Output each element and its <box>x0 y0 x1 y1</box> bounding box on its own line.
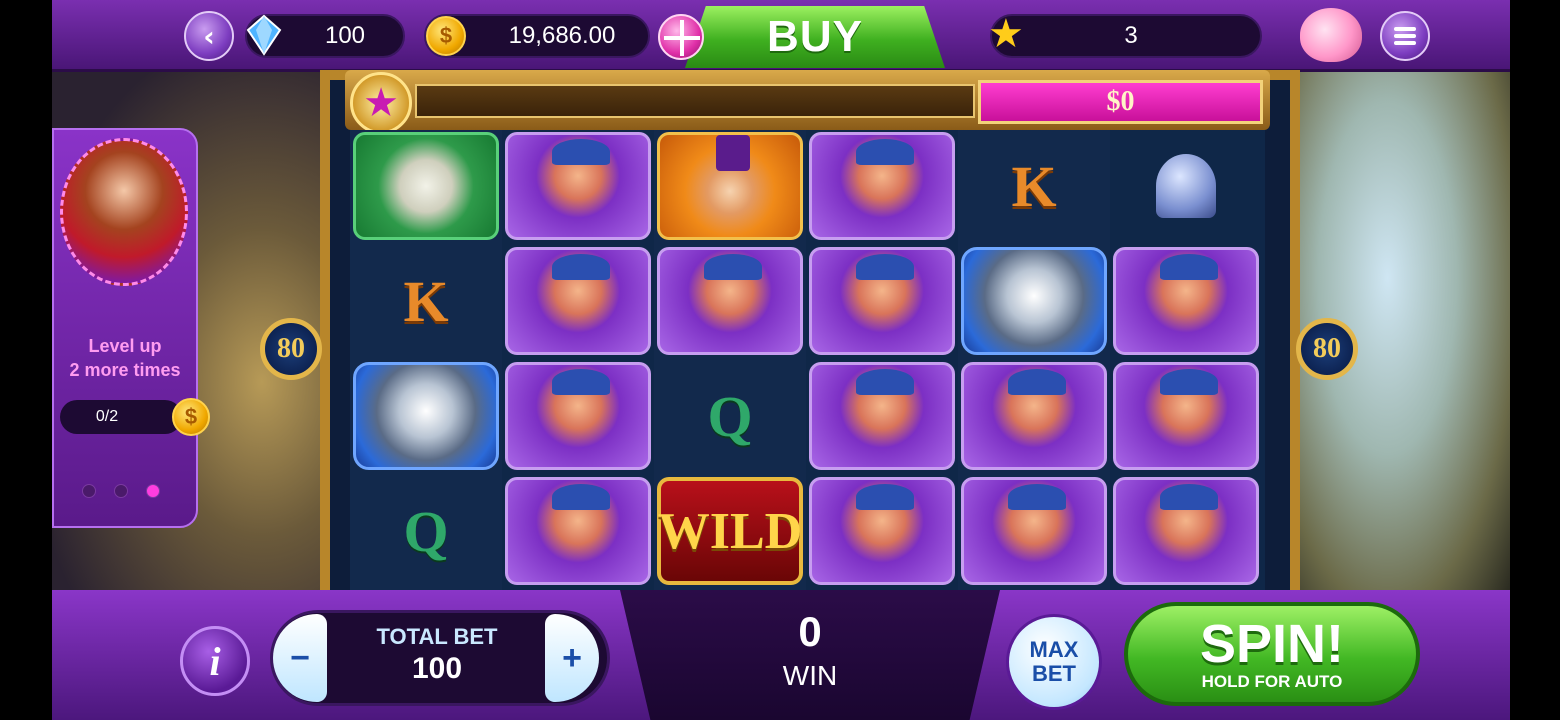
lock-value-left: 80 <box>277 333 305 364</box>
back-button[interactable]: ‹ <box>184 11 234 61</box>
menu-button[interactable] <box>1380 11 1430 61</box>
max-bet-line-2: BET <box>1032 661 1076 686</box>
wild-label: WILD <box>657 502 803 560</box>
symbol-lady <box>657 247 803 355</box>
max-bet-line-1: MAX <box>1029 637 1079 662</box>
symbol-lady <box>809 132 955 240</box>
info-button[interactable]: i <box>180 626 250 696</box>
piggy-bank-icon[interactable] <box>1300 8 1362 62</box>
buy-label: BUY <box>767 12 863 61</box>
quest-line-1: Level up <box>88 336 162 356</box>
symbol-dog <box>353 132 499 240</box>
gift-icon[interactable] <box>658 14 704 60</box>
hamburger-menu-icon <box>1394 24 1416 48</box>
reel-column: KQ <box>350 130 502 590</box>
coins-value: 19,686.00 <box>508 22 616 49</box>
info-icon: i <box>209 638 221 684</box>
symbol-mister <box>657 132 803 240</box>
stars-value: 3 <box>1124 22 1138 49</box>
total-bet-value: 100 <box>411 652 463 685</box>
symbol-lady <box>961 477 1107 585</box>
letterbox-right <box>1510 0 1560 720</box>
symbol-lady <box>1113 477 1259 585</box>
quest-progress-value: 0/2 <box>95 408 119 425</box>
max-bet-button[interactable]: MAX BET <box>1006 614 1102 710</box>
stars-counter[interactable]: 3 <box>990 14 1262 58</box>
quest-line-2: 2 more times <box>69 360 181 380</box>
minus-icon: − <box>290 638 310 677</box>
symbol-wild: WILD <box>657 477 803 585</box>
reels-grid: K Q Q WILD K <box>350 130 1265 590</box>
symbol-k: K <box>403 268 449 334</box>
lock-multiplier-right: 80 <box>1296 318 1358 380</box>
symbol-q: Q <box>403 498 449 564</box>
plus-icon: + <box>562 638 582 677</box>
reel-column: K <box>958 130 1110 590</box>
star-medal-icon: ★ <box>350 72 412 134</box>
win-value: 0 <box>798 608 822 655</box>
quest-reward-coin-icon: $ <box>172 398 210 436</box>
symbol-train <box>353 362 499 470</box>
bell-icon <box>1113 132 1259 240</box>
spin-label: SPIN! <box>1199 614 1345 674</box>
symbol-lady <box>809 477 955 585</box>
page-dot-active[interactable] <box>146 484 160 498</box>
symbol-lady <box>505 362 651 470</box>
lock-value-right: 80 <box>1313 333 1341 364</box>
quest-description: Level up 2 more times <box>52 334 198 382</box>
chevron-left-icon: ‹ <box>203 19 215 53</box>
hold-for-auto-label: HOLD FOR AUTO <box>1201 672 1343 691</box>
letterbox-left <box>0 0 52 720</box>
buy-button[interactable]: BUY <box>685 6 945 68</box>
spin-button[interactable]: SPIN! HOLD FOR AUTO <box>1124 602 1420 706</box>
symbol-k: K <box>1011 153 1057 219</box>
hostess-avatar <box>60 138 188 286</box>
symbol-lady <box>809 362 955 470</box>
quest-page-dots <box>82 484 160 498</box>
jackpot-progress-bar <box>415 84 975 118</box>
symbol-q: Q <box>707 383 753 449</box>
symbol-lady <box>961 362 1107 470</box>
star-icon: ★ <box>988 11 1024 57</box>
symbol-lady <box>505 132 651 240</box>
reel-column <box>806 130 958 590</box>
reel-column <box>1110 130 1262 590</box>
reel-column: Q WILD <box>654 130 806 590</box>
blue-gem-icon <box>246 14 282 56</box>
jackpot-value: $0 <box>1106 86 1135 117</box>
symbol-train <box>961 247 1107 355</box>
page-dot[interactable] <box>82 484 96 498</box>
gems-value: 100 <box>324 22 366 49</box>
page-dot[interactable] <box>114 484 128 498</box>
slot-game-screen: ‹ 100 19,686.00 $ BUY 3 ★ $0 ★ K Q Q WILD K … <box>0 0 1560 720</box>
symbol-lady <box>1113 362 1259 470</box>
total-bet-label: TOTAL BET <box>376 624 498 649</box>
symbol-lady <box>505 477 651 585</box>
jackpot-display: $0 <box>978 80 1263 124</box>
win-label: WIN <box>782 660 838 691</box>
symbol-lady <box>1113 247 1259 355</box>
lock-multiplier-left: 80 <box>260 318 322 380</box>
dollar-coin-icon: $ <box>426 16 466 56</box>
quest-progress-bar: 0/2 <box>60 400 182 434</box>
reel-column <box>502 130 654 590</box>
symbol-lady <box>505 247 651 355</box>
symbol-lady <box>809 247 955 355</box>
